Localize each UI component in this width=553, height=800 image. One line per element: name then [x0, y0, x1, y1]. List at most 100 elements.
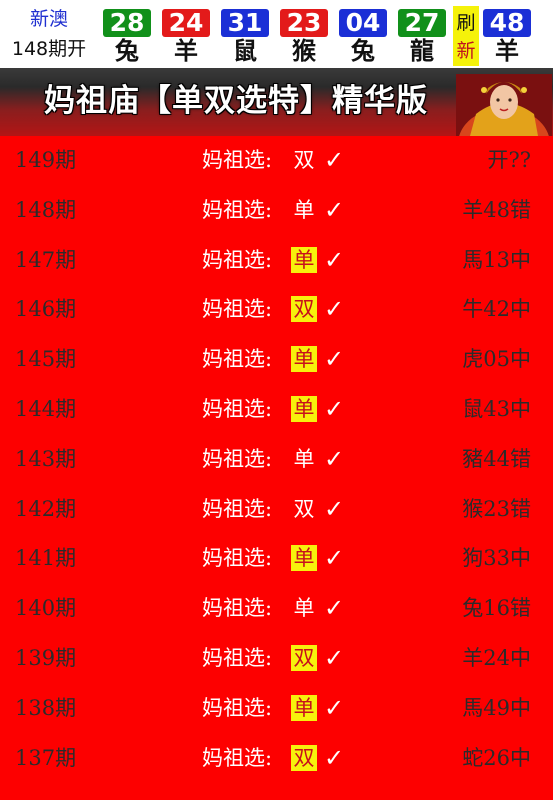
period-label: 138期 — [15, 695, 77, 720]
issue-label: 新澳 148期开 — [0, 0, 98, 68]
pick-label: 妈祖选: — [202, 347, 273, 372]
result-label: 羊24中 — [462, 646, 531, 670]
list-item: 144期 妈祖选: 单 ✓ 鼠43中 — [0, 385, 553, 435]
ball-number: 31 — [221, 9, 269, 37]
list-item: 139期 妈祖选: 双 ✓ 羊24中 — [0, 634, 553, 684]
pick-value: 单 — [291, 346, 317, 373]
ball-3: 31 鼠 — [219, 6, 271, 66]
pick-label: 妈祖选: — [202, 745, 273, 770]
ball-zodiac: 猴 — [292, 37, 316, 65]
period-label: 137期 — [15, 745, 77, 770]
result-label: 开?? — [487, 148, 531, 172]
banner: 妈祖庙【单双选特】精华版 — [0, 68, 553, 136]
period-label: 146期 — [15, 297, 77, 322]
check-icon: ✓ — [324, 644, 345, 672]
list-item: 137期 妈祖选: 双 ✓ 蛇26中 — [0, 734, 553, 784]
pick-value: 单 — [291, 246, 317, 273]
result-label: 蛇26中 — [462, 745, 531, 770]
ball-1: 28 兔 — [101, 6, 153, 66]
banner-title: 妈祖庙【单双选特】精华版 — [44, 83, 428, 119]
check-icon: ✓ — [324, 195, 345, 224]
pick-label: 妈祖选: — [202, 297, 273, 322]
ball-zodiac: 鼠 — [233, 37, 257, 65]
pick-value: 双 — [293, 496, 315, 521]
result-label: 狗33中 — [462, 546, 531, 571]
check-icon: ✓ — [324, 444, 345, 473]
result-label: 豬44错 — [462, 446, 531, 471]
period-label: 141期 — [15, 546, 77, 571]
check-icon: ✓ — [324, 146, 345, 174]
ball-zodiac: 兔 — [351, 37, 375, 65]
pick-value: 单 — [293, 446, 315, 471]
list-item: 143期 妈祖选: 单 ✓ 豬44错 — [0, 435, 553, 485]
result-label: 猴23错 — [462, 496, 531, 521]
mazu-figure-icon — [456, 74, 552, 136]
pick-label: 妈祖选: — [202, 247, 273, 272]
ball-number: 04 — [339, 9, 387, 37]
pick-label: 妈祖选: — [202, 148, 273, 172]
list-item: 138期 妈祖选: 单 ✓ 馬49中 — [0, 684, 553, 734]
special-ball: 48 羊 — [481, 6, 533, 66]
period-label: 145期 — [15, 347, 77, 372]
check-icon: ✓ — [324, 295, 345, 324]
check-icon: ✓ — [324, 345, 345, 374]
list-item: 145期 妈祖选: 单 ✓ 虎05中 — [0, 335, 553, 385]
ball-number: 27 — [398, 9, 446, 37]
period-label: 148期 — [15, 197, 77, 222]
ball-number: 28 — [103, 9, 151, 37]
list-item: 147期 妈祖选: 单 ✓ 馬13中 — [0, 236, 553, 286]
period-label: 144期 — [15, 397, 77, 421]
result-label: 牛42中 — [462, 297, 531, 322]
ball-6: 27 龍 — [396, 6, 448, 66]
pick-label: 妈祖选: — [202, 596, 273, 621]
ball-number: 48 — [483, 9, 531, 37]
check-icon: ✓ — [324, 743, 345, 772]
list-item: 148期 妈祖选: 单 ✓ 羊48错 — [0, 186, 553, 236]
ball-2: 24 羊 — [160, 6, 212, 66]
pick-value: 双 — [291, 645, 317, 671]
check-icon: ✓ — [324, 594, 345, 623]
refresh-label-top: 刷 — [456, 12, 476, 34]
result-label: 羊48错 — [462, 197, 531, 222]
prediction-list: 149期 妈祖选: 双 ✓ 开?? 148期 妈祖选: 单 ✓ 羊48错 147期 妈祖选: 单 ✓ 馬13… — [0, 136, 553, 800]
issue-number: 148期开 — [11, 38, 87, 60]
list-item: 140期 妈祖选: 单 ✓ 兔16错 — [0, 584, 553, 634]
ball-number: 24 — [162, 9, 210, 37]
result-label: 鼠43中 — [462, 397, 531, 421]
list-item: 141期 妈祖选: 单 ✓ 狗33中 — [0, 534, 553, 584]
pick-value: 双 — [291, 744, 317, 771]
list-item: 146期 妈祖选: 双 ✓ 牛42中 — [0, 285, 553, 335]
result-label: 馬49中 — [462, 695, 531, 720]
period-label: 147期 — [15, 247, 77, 272]
period-label: 139期 — [15, 646, 77, 670]
ball-zodiac: 兔 — [115, 37, 139, 65]
pick-label: 妈祖选: — [202, 695, 273, 720]
pick-value: 单 — [293, 596, 315, 621]
refresh-button[interactable]: 刷 新 — [453, 6, 479, 66]
check-icon: ✓ — [324, 395, 345, 423]
pick-label: 妈祖选: — [202, 646, 273, 670]
pick-value: 双 — [291, 296, 317, 323]
pick-value: 单 — [291, 694, 317, 721]
check-icon: ✓ — [324, 494, 345, 523]
ball-4: 23 猴 — [278, 6, 330, 66]
region-label: 新澳 — [29, 8, 68, 30]
refresh-label-bottom: 新 — [456, 40, 476, 62]
ball-zodiac: 羊 — [495, 37, 519, 65]
list-item: 149期 妈祖选: 双 ✓ 开?? — [0, 136, 553, 186]
pick-value: 单 — [293, 197, 315, 222]
ball-zodiac: 龍 — [410, 37, 434, 65]
pick-value: 单 — [291, 396, 317, 422]
pick-label: 妈祖选: — [202, 546, 273, 571]
period-label: 140期 — [15, 596, 77, 621]
ball-5: 04 兔 — [337, 6, 389, 66]
result-label: 馬13中 — [462, 247, 531, 272]
result-label: 兔16错 — [462, 596, 531, 621]
pick-label: 妈祖选: — [202, 197, 273, 222]
ball-number: 23 — [280, 9, 328, 37]
lottery-result-bar: 新澳 148期开 28 兔 24 羊 31 鼠 23 猴 04 兔 27 龍 刷… — [0, 0, 553, 68]
period-label: 142期 — [15, 496, 77, 521]
check-icon: ✓ — [324, 693, 345, 722]
pick-label: 妈祖选: — [202, 397, 273, 421]
period-label: 143期 — [15, 446, 77, 471]
